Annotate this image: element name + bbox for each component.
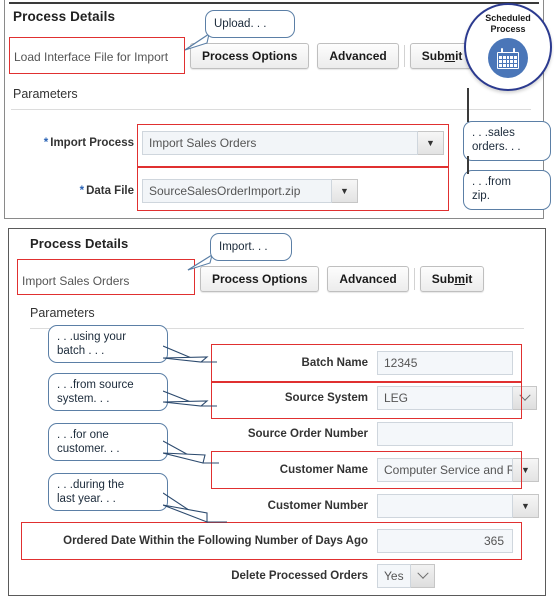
bottom-parameters-label: Parameters [30, 306, 95, 320]
button-separator [413, 268, 415, 290]
submit-label-post: it [465, 272, 473, 286]
import-process-label: * Import Process [24, 137, 134, 149]
top-parameters-label: Parameters [13, 87, 78, 101]
top-parameters-divider [11, 109, 531, 110]
import-process-input[interactable]: Import Sales Orders [142, 131, 418, 155]
badge-line-2: Process [490, 24, 526, 34]
callout-sales-orders: . . .sales orders. . . [463, 121, 551, 161]
submit-label-post: it [455, 49, 463, 63]
badge-line-1: Scheduled [485, 13, 531, 23]
delete-processed-orders-input[interactable]: Yes [377, 564, 411, 588]
field-row-source-order-number: Source Order Number [222, 422, 513, 446]
callout-from-zip: . . .from zip. [463, 170, 551, 210]
bottom-process-name: Import Sales Orders [22, 274, 130, 288]
page-title: Process Details [13, 9, 116, 24]
customer-callout-leader [163, 437, 221, 469]
batch-name-label: Batch Name [301, 357, 368, 369]
field-row-data-file: * Data File SourceSalesOrderImport.zip ▼ [24, 179, 358, 203]
field-row-customer-name: Customer Name Computer Service and R ▼ [222, 458, 539, 482]
callout-customer: . . .for one customer. . . [48, 423, 168, 461]
screenshot-root: Process Details Load Interface File for … [0, 0, 554, 600]
source-system-callout-leader [163, 385, 219, 413]
customer-name-input[interactable]: Computer Service and R [377, 458, 513, 482]
badge-connector-line-2 [467, 156, 469, 174]
button-separator [403, 45, 405, 67]
field-row-source-system: Source System LEG [222, 386, 537, 410]
bottom-page-title: Process Details [30, 236, 129, 251]
data-file-input[interactable]: SourceSalesOrderImport.zip [142, 179, 332, 203]
field-row-import-process: * Import Process Import Sales Orders ▼ [24, 131, 444, 155]
source-order-number-input[interactable] [377, 422, 513, 446]
customer-number-input[interactable] [377, 494, 513, 518]
required-indicator: * [79, 185, 85, 197]
chevron-down-icon[interactable]: ▼ [513, 458, 539, 482]
callout-last-year: . . .during the last year. . . [48, 473, 168, 511]
batch-callout-leader [163, 340, 219, 368]
bottom-button-bar: Process Options Advanced Sub m it [200, 266, 485, 292]
field-row-delete-processed-orders: Delete Processed Orders Yes [222, 564, 435, 588]
submit-label-pre: Sub [431, 272, 455, 286]
field-row-customer-number: Customer Number ▼ [222, 494, 539, 518]
top-panel-topline [9, 2, 539, 4]
chevron-down-icon[interactable] [411, 564, 435, 588]
required-indicator: * [43, 137, 49, 149]
ordered-date-days-input[interactable]: 365 [377, 529, 513, 553]
callout-source-system: . . .from source system. . . [48, 373, 168, 411]
callout-batch: . . .using your batch . . . [48, 325, 168, 363]
customer-name-label: Customer Name [279, 464, 368, 476]
submit-accesskey: m [444, 49, 456, 63]
data-file-label: * Data File [24, 185, 134, 197]
top-button-bar: Process Options Advanced Sub m it [190, 43, 475, 69]
calendar-icon [488, 38, 528, 78]
badge-connector-line [467, 88, 469, 122]
customer-number-label: Customer Number [267, 500, 368, 512]
ordered-date-days-label: Ordered Date Within the Following Number… [63, 535, 368, 547]
bottom-process-details-panel: Process Details Import Sales Orders Proc… [8, 228, 546, 596]
batch-name-input[interactable]: 12345 [377, 351, 513, 375]
submit-button[interactable]: Sub m it [419, 266, 485, 292]
top-process-name: Load Interface File for Import [14, 50, 169, 64]
field-row-ordered-date-days: Ordered Date Within the Following Number… [30, 529, 513, 553]
advanced-button[interactable]: Advanced [317, 43, 399, 69]
chevron-down-icon[interactable]: ▼ [332, 179, 358, 203]
field-row-batch-name: Batch Name 12345 [222, 351, 513, 375]
badge-title: Scheduled Process [485, 13, 531, 35]
data-file-label-text: Data File [86, 185, 134, 197]
submit-accesskey: m [454, 272, 466, 286]
source-order-number-label: Source Order Number [247, 428, 368, 440]
callout-import: Import. . . [210, 233, 292, 261]
source-system-input[interactable]: LEG [377, 386, 513, 410]
chevron-down-icon[interactable] [513, 386, 537, 410]
submit-label-pre: Sub [421, 49, 445, 63]
source-system-label: Source System [284, 392, 368, 404]
callout-upload: Upload. . . [205, 10, 295, 38]
chevron-down-icon[interactable]: ▼ [513, 494, 539, 518]
scheduled-process-badge: Scheduled Process [464, 3, 552, 91]
delete-processed-orders-label: Delete Processed Orders [231, 570, 368, 582]
last-year-callout-leader [163, 490, 229, 528]
advanced-button[interactable]: Advanced [327, 266, 409, 292]
import-process-label-text: Import Process [50, 137, 134, 149]
